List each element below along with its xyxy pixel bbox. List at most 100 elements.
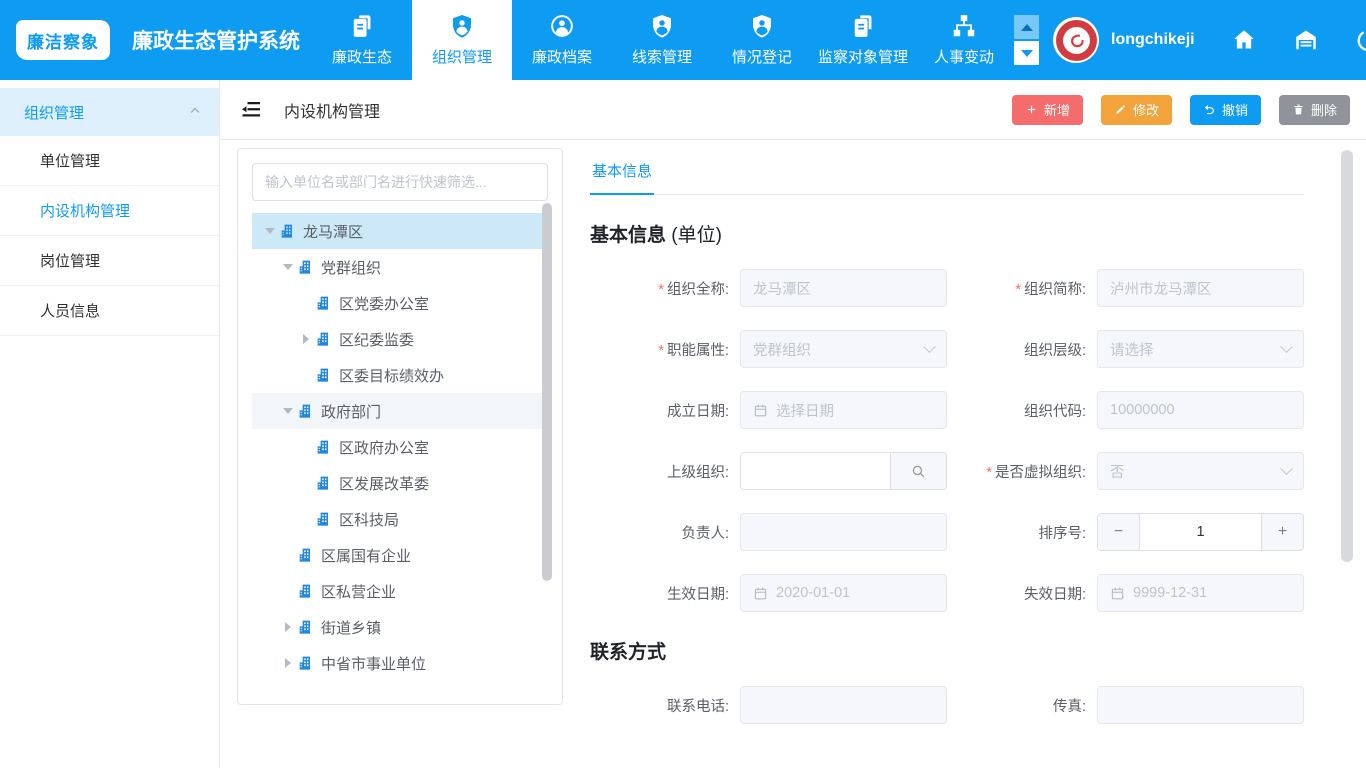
tree-node-区党委办公室[interactable]: 区党委办公室 xyxy=(252,285,548,321)
field-input xyxy=(740,686,947,724)
field-input xyxy=(740,513,947,551)
nav-item-监察对象管理[interactable]: 监察对象管理 xyxy=(812,0,914,80)
sidebar-group-header[interactable]: 组织管理 xyxy=(0,88,219,136)
home-icon[interactable] xyxy=(1231,27,1257,53)
field-label: 生效日期: xyxy=(590,583,740,604)
button-label: 撤销 xyxy=(1222,100,1248,119)
nav-item-label: 线索管理 xyxy=(632,46,692,67)
field-input: 10000000 xyxy=(1097,391,1304,429)
field-value: 龙马潭区 xyxy=(753,278,934,299)
nav-down-icon[interactable] xyxy=(1014,41,1039,65)
tree-node-区科技局[interactable]: 区科技局 xyxy=(252,501,548,537)
tree-node-label: 区纪委监委 xyxy=(339,329,414,350)
building-icon xyxy=(280,223,296,239)
sidebar-item-label: 单位管理 xyxy=(40,150,100,171)
sidebar-item-岗位管理[interactable]: 岗位管理 xyxy=(0,236,219,286)
nav-item-label: 情况登记 xyxy=(732,46,792,67)
required-asterisk: * xyxy=(658,282,664,298)
nav-item-label: 监察对象管理 xyxy=(818,46,908,67)
chevron-up-icon xyxy=(189,104,201,121)
nav-up-icon[interactable] xyxy=(1014,15,1039,39)
tree-node-label: 区党委办公室 xyxy=(339,293,429,314)
documents-icon xyxy=(850,13,876,39)
tree-node-区委目标绩效办[interactable]: 区委目标绩效办 xyxy=(252,357,548,393)
撤销-button[interactable]: 撤销 xyxy=(1190,95,1261,125)
新增-button[interactable]: 新增 xyxy=(1012,95,1083,125)
stepper-value[interactable]: 1 xyxy=(1139,514,1262,550)
tree-node-区发展改革委[interactable]: 区发展改革委 xyxy=(252,465,548,501)
tree-node-区私营企业[interactable]: 区私营企业 xyxy=(252,573,548,609)
field-datepicker: 9999-12-31 xyxy=(1097,574,1304,612)
section-title: 联系方式 xyxy=(590,637,1304,664)
nav-item-人事变动[interactable]: 人事变动 xyxy=(914,0,1014,80)
stepper-minus-button[interactable]: − xyxy=(1098,514,1139,550)
form-field-上级组织: 上级组织: xyxy=(590,452,947,490)
building-icon xyxy=(316,439,332,455)
删除-button[interactable]: 删除 xyxy=(1279,95,1350,125)
nav-item-廉政生态[interactable]: 廉政生态 xyxy=(312,0,412,80)
field-label: 组织代码: xyxy=(947,400,1097,421)
org-tree-panel: 龙马潭区党群组织区党委办公室区纪委监委区委目标绩效办政府部门区政府办公室区发展改… xyxy=(237,148,563,705)
caret-down-icon[interactable] xyxy=(260,228,280,234)
tree-node-政府部门[interactable]: 政府部门 xyxy=(252,393,548,429)
search-input[interactable] xyxy=(741,453,890,489)
nav-item-组织管理[interactable]: 组织管理 xyxy=(412,0,512,80)
tree-node-label: 政府部门 xyxy=(321,401,381,422)
form-rows: 联系电话:传真: xyxy=(590,686,1304,724)
tree-node-label: 党群组织 xyxy=(321,257,381,278)
修改-button[interactable]: 修改 xyxy=(1101,95,1172,125)
warehouse-icon[interactable] xyxy=(1293,27,1319,53)
tree-node-区纪委监委[interactable]: 区纪委监委 xyxy=(252,321,548,357)
avatar[interactable] xyxy=(1053,17,1099,63)
field-label: *职能属性: xyxy=(590,339,740,360)
shield-user-icon xyxy=(449,13,475,39)
button-label: 新增 xyxy=(1044,100,1070,119)
caret-right-icon[interactable] xyxy=(296,334,316,344)
top-navbar: 廉洁察象 廉政生态管护系统 廉政生态组织管理廉政档案线索管理情况登记监察对象管理… xyxy=(0,0,1366,80)
tree-node-街道乡镇[interactable]: 街道乡镇 xyxy=(252,609,548,645)
tree-filter-input[interactable] xyxy=(252,163,548,201)
form-field-失效日期: 失效日期:9999-12-31 xyxy=(947,574,1304,612)
caret-down-icon[interactable] xyxy=(278,264,298,270)
magnifier-icon xyxy=(910,463,927,480)
building-icon xyxy=(298,619,314,635)
sidebar-item-人员信息[interactable]: 人员信息 xyxy=(0,286,219,336)
caret-right-icon[interactable] xyxy=(278,658,298,668)
tree-node-区政府办公室[interactable]: 区政府办公室 xyxy=(252,429,548,465)
field-label: *组织全称: xyxy=(590,278,740,299)
sidebar-item-内设机构管理[interactable]: 内设机构管理 xyxy=(0,186,219,236)
main-scrollbar[interactable] xyxy=(1341,150,1353,562)
caret-down-icon[interactable] xyxy=(278,408,298,414)
field-label: 上级组织: xyxy=(590,461,740,482)
nav-item-label: 廉政生态 xyxy=(332,46,392,67)
power-icon[interactable] xyxy=(1355,27,1366,53)
topbar-right: longchikeji xyxy=(1014,15,1366,65)
building-icon xyxy=(316,295,332,311)
form-field-组织层级: 组织层级:请选择 xyxy=(947,330,1304,368)
field-select: 否 xyxy=(1097,452,1304,490)
tree-node-龙马潭区[interactable]: 龙马潭区 xyxy=(252,213,548,249)
nav-item-情况登记[interactable]: 情况登记 xyxy=(712,0,812,80)
form-field-成立日期: 成立日期:选择日期 xyxy=(590,391,947,429)
chevron-down-icon xyxy=(1280,462,1293,475)
tree-node-区属国有企业[interactable]: 区属国有企业 xyxy=(252,537,548,573)
tree-node-中省市事业单位[interactable]: 中省市事业单位 xyxy=(252,645,548,681)
form-sections: 基本信息 (单位)*组织全称:龙马潭区*组织简称:泸州市龙马潭区*职能属性:党群… xyxy=(590,220,1304,724)
tree-scrollbar[interactable] xyxy=(542,203,552,581)
field-input xyxy=(1097,686,1304,724)
caret-right-icon[interactable] xyxy=(278,622,298,632)
tree-node-党群组织[interactable]: 党群组织 xyxy=(252,249,548,285)
field-label: *组织简称: xyxy=(947,278,1097,299)
search-button[interactable] xyxy=(890,453,946,489)
toolbar-buttons: 新增 修改 撤销 删除 xyxy=(1012,95,1350,125)
tab-basic-info[interactable]: 基本信息 xyxy=(590,148,654,195)
stepper-plus-button[interactable]: + xyxy=(1262,514,1303,550)
sidebar-item-单位管理[interactable]: 单位管理 xyxy=(0,136,219,186)
field-search-group xyxy=(740,452,947,490)
sidebar-item-label: 内设机构管理 xyxy=(40,200,130,221)
outdent-icon[interactable] xyxy=(240,98,264,122)
content: 龙马潭区党群组织区党委办公室区纪委监委区委目标绩效办政府部门区政府办公室区发展改… xyxy=(220,140,1366,747)
nav-item-线索管理[interactable]: 线索管理 xyxy=(612,0,712,80)
nav-item-廉政档案[interactable]: 廉政档案 xyxy=(512,0,612,80)
form-row: *组织全称:龙马潭区*组织简称:泸州市龙马潭区 xyxy=(590,269,1304,307)
